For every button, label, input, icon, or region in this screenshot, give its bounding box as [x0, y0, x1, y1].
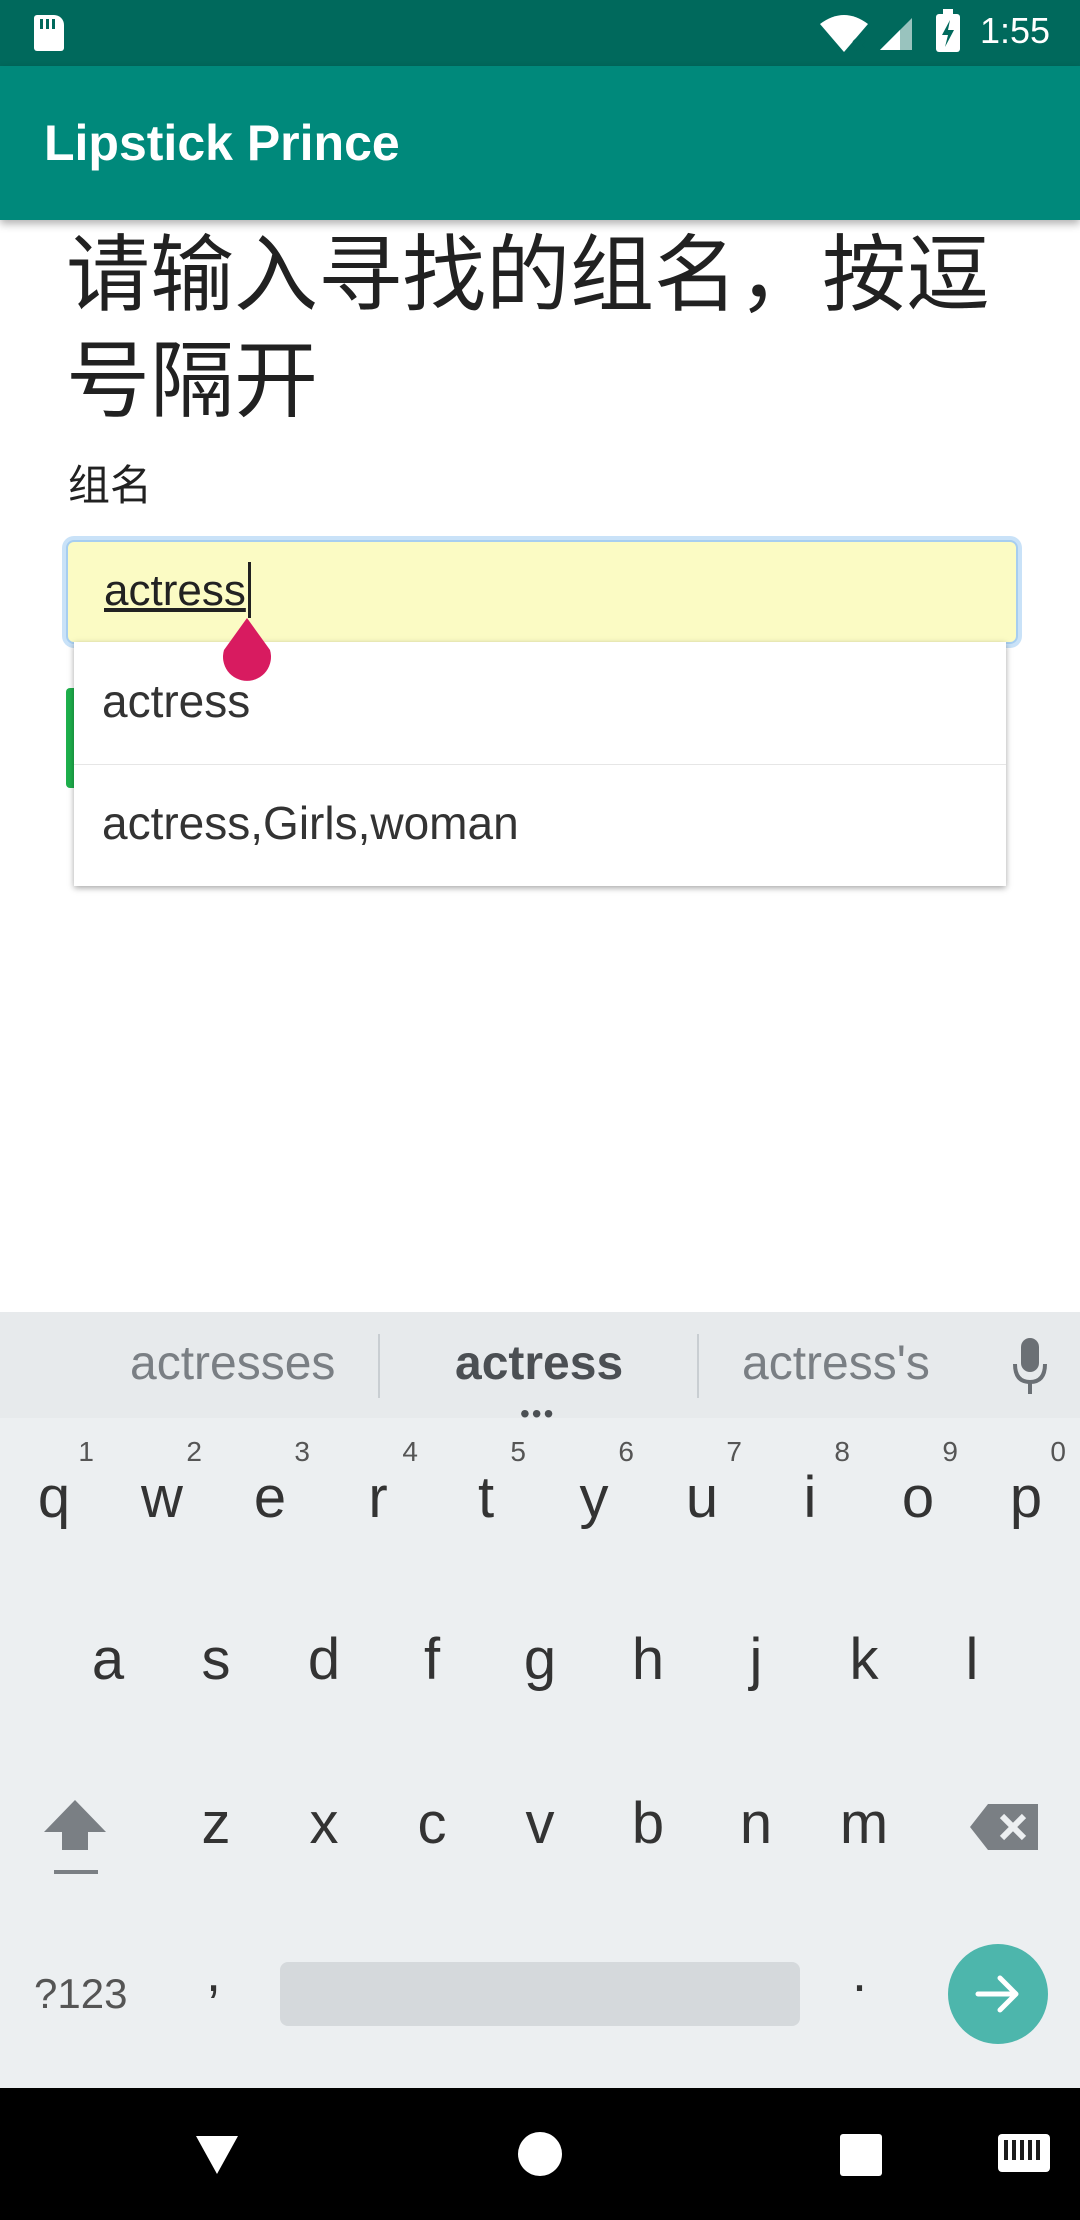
key-label: g	[523, 1627, 557, 1692]
battery-charging-icon	[936, 9, 960, 52]
page-heading: 请输入寻找的组名，按逗号隔开	[66, 228, 991, 428]
key-label: r	[368, 1465, 388, 1530]
key-label: u	[685, 1465, 719, 1530]
suggestion-divider	[378, 1334, 380, 1398]
key-i[interactable]: 8i	[760, 1430, 860, 1550]
text-caret	[248, 562, 251, 618]
arrow-right-icon	[975, 1975, 1019, 2013]
key-label: z	[201, 1791, 231, 1856]
key-label: p	[1009, 1465, 1043, 1530]
key-s[interactable]: s	[166, 1592, 266, 1712]
group-name-input[interactable]: actress	[66, 540, 1018, 644]
key-g[interactable]: g	[490, 1592, 590, 1712]
key-m[interactable]: m	[814, 1756, 914, 1876]
autocomplete-item[interactable]: actress,Girls,woman	[74, 764, 1006, 886]
key-label: m	[839, 1791, 889, 1856]
key-o[interactable]: 9o	[868, 1430, 968, 1550]
backspace-icon[interactable]	[968, 1800, 1042, 1854]
suggestion-center[interactable]: actress	[455, 1336, 623, 1391]
sd-card-icon	[34, 15, 64, 51]
autocomplete-dropdown: actress actress,Girls,woman	[74, 642, 1006, 886]
key-label: d	[307, 1627, 341, 1692]
key-label: x	[309, 1791, 339, 1856]
key-c[interactable]: c	[382, 1756, 482, 1876]
key-label: w	[141, 1465, 183, 1530]
key-b[interactable]: b	[598, 1756, 698, 1876]
keyboard-icon[interactable]	[998, 2134, 1050, 2172]
key-label: j	[749, 1627, 763, 1692]
suggestion-left[interactable]: actresses	[130, 1336, 335, 1391]
key-label: l	[965, 1627, 979, 1692]
key-v[interactable]: v	[490, 1756, 590, 1876]
app-bar: Lipstick Prince	[0, 66, 1080, 220]
key-label: e	[253, 1465, 287, 1530]
cell-signal-icon	[880, 18, 912, 50]
space-bar[interactable]	[280, 1962, 800, 2026]
key-label: y	[579, 1465, 609, 1530]
period-key[interactable]: .	[852, 1942, 867, 2004]
key-label: q	[37, 1465, 71, 1530]
key-label: o	[901, 1465, 935, 1530]
mic-icon[interactable]	[1010, 1336, 1050, 1396]
wifi-icon	[820, 15, 868, 52]
key-label: c	[417, 1791, 447, 1856]
enter-key[interactable]	[948, 1944, 1048, 2044]
suggestion-divider	[697, 1334, 699, 1398]
comma-key[interactable]: ,	[206, 1942, 221, 2004]
key-d[interactable]: d	[274, 1592, 374, 1712]
key-w[interactable]: 2w	[112, 1430, 212, 1550]
symbols-key[interactable]: ?123	[34, 1970, 127, 2018]
nav-bar	[0, 2088, 1080, 2220]
key-label: a	[91, 1627, 125, 1692]
key-label: f	[423, 1627, 441, 1692]
key-label: v	[525, 1791, 555, 1856]
key-label: i	[803, 1465, 817, 1530]
suggestion-strip: actresses actress ••• actress's	[0, 1312, 1080, 1429]
key-n[interactable]: n	[706, 1756, 806, 1876]
autocomplete-item[interactable]: actress	[74, 642, 1006, 765]
key-label: t	[477, 1465, 495, 1530]
group-name-label: 组名	[68, 462, 153, 509]
nav-home-icon[interactable]	[518, 2132, 562, 2176]
status-bar: 1:55	[0, 0, 1080, 66]
key-p[interactable]: 0p	[976, 1430, 1076, 1550]
key-a[interactable]: a	[58, 1592, 158, 1712]
key-y[interactable]: 6y	[544, 1430, 644, 1550]
nav-recent-icon[interactable]	[840, 2134, 882, 2176]
key-j[interactable]: j	[706, 1592, 806, 1712]
key-label: s	[201, 1627, 231, 1692]
key-h[interactable]: h	[598, 1592, 698, 1712]
key-z[interactable]: z	[166, 1756, 266, 1876]
key-q[interactable]: 1q	[4, 1430, 104, 1550]
text-selection-handle[interactable]	[220, 618, 274, 682]
key-t[interactable]: 5t	[436, 1430, 536, 1550]
key-e[interactable]: 3e	[220, 1430, 320, 1550]
key-r[interactable]: 4r	[328, 1430, 428, 1550]
key-k[interactable]: k	[814, 1592, 914, 1712]
key-f[interactable]: f	[382, 1592, 482, 1712]
key-label: n	[739, 1791, 773, 1856]
key-l[interactable]: l	[922, 1592, 1022, 1712]
key-u[interactable]: 7u	[652, 1430, 752, 1550]
status-time: 1:55	[980, 10, 1051, 51]
suggestion-right[interactable]: actress's	[742, 1336, 930, 1391]
input-value: actress	[104, 566, 246, 615]
shift-icon[interactable]	[40, 1792, 110, 1882]
key-label: h	[631, 1627, 665, 1692]
nav-back-icon[interactable]	[194, 2132, 240, 2178]
key-label: k	[849, 1627, 879, 1692]
more-suggestions-dots[interactable]: •••	[520, 1398, 555, 1430]
key-x[interactable]: x	[274, 1756, 374, 1876]
soft-keyboard: actresses actress ••• actress's ?123 , .…	[0, 1312, 1080, 2088]
app-title: Lipstick Prince	[44, 115, 400, 171]
key-label: b	[631, 1791, 665, 1856]
